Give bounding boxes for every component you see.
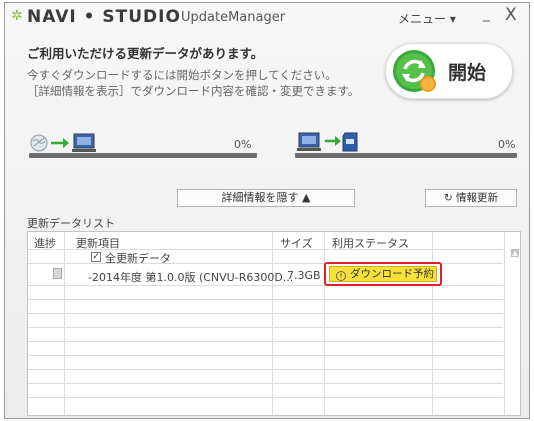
refresh-info-button[interactable]: ↻ 情報更新 xyxy=(425,189,517,207)
download-progress-bar xyxy=(29,153,257,158)
globe-icon xyxy=(30,134,48,152)
download-progress-icons xyxy=(30,133,96,152)
group-row-label: 全更新データ xyxy=(105,252,171,265)
download-progress-percent: 0% xyxy=(234,138,252,151)
start-button[interactable]: 開始 xyxy=(385,43,513,99)
update-available-heading: ご利用いただける更新データがあります。 xyxy=(27,46,264,61)
computer-icon xyxy=(72,133,96,152)
scroll-up-arrow[interactable]: ▲ xyxy=(511,249,519,257)
status-label: ダウンロード予約 xyxy=(350,268,434,280)
info-icon: ! xyxy=(336,271,346,281)
title-bar: ✲ NAVI • STUDIO UpdateManager メニュー ▾ _ X xyxy=(5,3,529,31)
brand-star-icon: ✲ xyxy=(11,8,23,24)
transfer-progress-percent: 0% xyxy=(498,138,516,151)
update-list-table: 進捗 更新項目 サイズ 利用ステータス ▲ ✓ 全更新データ -2014年度 第… xyxy=(27,231,521,416)
status-highlight-box: ! ダウンロード予約 xyxy=(324,262,442,286)
minimize-button[interactable]: _ xyxy=(483,6,490,22)
update-item-name: -2014年度 第1.0.0版 (CNVU-R6300D... xyxy=(88,271,294,284)
update-item-size: 7.3GB xyxy=(287,269,321,282)
menu-button[interactable]: メニュー ▾ xyxy=(398,10,456,27)
computer-icon xyxy=(297,132,321,151)
start-button-label: 開始 xyxy=(448,62,487,84)
sd-card-icon xyxy=(342,132,358,152)
close-button[interactable]: X xyxy=(505,5,517,25)
hide-details-button[interactable]: 詳細情報を隠す ▲ xyxy=(177,189,355,207)
arrow-right-icon xyxy=(325,136,341,146)
document-icon xyxy=(53,268,62,279)
transfer-progress-bar xyxy=(295,153,517,158)
app-name: UpdateManager xyxy=(181,10,286,25)
brand-logo: NAVI • STUDIO xyxy=(27,7,181,27)
instruction-line-2: ［詳細情報を表示］でダウンロード内容を確認・変更できます。 xyxy=(27,84,360,98)
arrow-right-icon xyxy=(51,138,69,148)
update-list-title: 更新データリスト xyxy=(27,217,115,230)
sync-start-icon xyxy=(393,50,436,92)
download-reservation-button[interactable]: ! ダウンロード予約 xyxy=(329,266,437,282)
update-manager-window: ✲ NAVI • STUDIO UpdateManager メニュー ▾ _ X… xyxy=(4,2,530,419)
transfer-progress-icons xyxy=(297,132,358,152)
instruction-line-1: 今すぐダウンロードするには開始ボタンを押してください。 xyxy=(27,68,337,82)
select-all-checkbox[interactable]: ✓ xyxy=(91,252,101,262)
